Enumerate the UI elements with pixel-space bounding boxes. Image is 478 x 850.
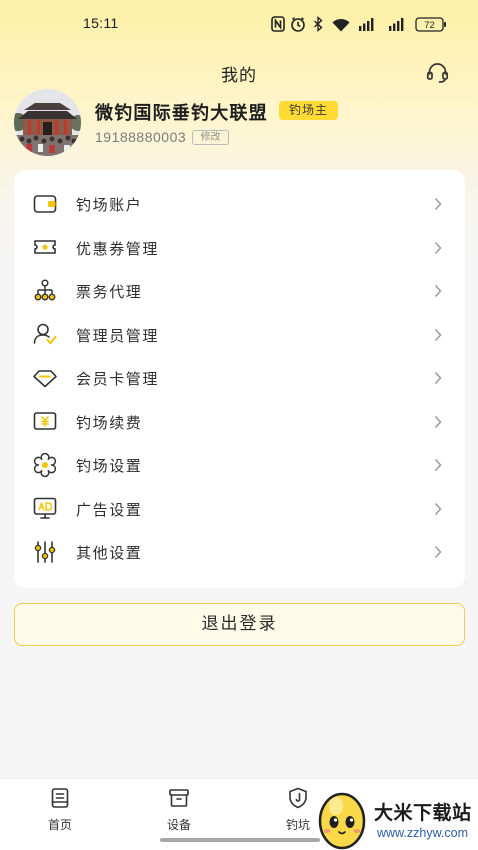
menu-item-label: 优惠券管理 [76, 239, 160, 258]
receipt-icon [51, 788, 69, 808]
menu-item-ticket-agency[interactable]: 票务代理 [14, 269, 465, 313]
tab-label: 设备 [166, 818, 191, 832]
signal-icon [359, 18, 374, 31]
diamond-icon [33, 369, 57, 388]
menu-item-venue-settings[interactable]: 钓场设置 [14, 443, 465, 487]
profile-name: 微钓国际垂钓大联盟 [95, 103, 268, 124]
chevron-right-icon [434, 371, 442, 385]
tab-devices[interactable]: 设备 [139, 779, 219, 835]
menu-item-label: 钓场续费 [76, 413, 143, 432]
menu-item-label: 广告设置 [76, 500, 143, 519]
watermark-title: 大米下载站 [374, 802, 472, 824]
avatar-photo [14, 89, 81, 156]
chevron-right-icon [434, 328, 442, 341]
watermark-url: www.zzhyw.com [377, 826, 468, 840]
status-icons: 72 [271, 15, 446, 33]
logout-button[interactable]: 退出登录 [14, 603, 465, 646]
sliders-icon [34, 540, 56, 563]
chevron-right-icon [434, 545, 442, 559]
phone-number: 19188880003 [95, 129, 187, 145]
chevron-right-icon [434, 284, 442, 298]
ad-monitor-icon [33, 497, 57, 520]
battery-level: 72 [424, 20, 435, 31]
edit-phone-button[interactable]: 修改 [192, 130, 229, 145]
wifi-icon [332, 18, 350, 32]
home-indicator [160, 838, 320, 842]
menu-item-label: 其他设置 [76, 544, 143, 562]
customer-service-button[interactable] [425, 60, 450, 84]
admin-user-icon [33, 323, 57, 345]
menu-item-label: 钓场账户 [76, 196, 143, 214]
page-title: 我的 [221, 66, 257, 86]
tab-label: 首页 [47, 818, 72, 832]
menu-item-label: 会员卡管理 [76, 370, 160, 388]
chevron-right-icon [434, 502, 442, 515]
shield-icon [289, 787, 307, 809]
menu-card: 钓场账户 优惠券管理 票务代理 管理员管理 会员卡管理 钓场续费 钓场设置 广告… [14, 170, 465, 588]
gear-icon [33, 452, 57, 477]
signal-icon [389, 18, 404, 31]
chevron-right-icon [434, 415, 442, 428]
avatar[interactable] [14, 89, 81, 156]
menu-item-label: 钓场设置 [76, 457, 143, 475]
menu-item-venue-renewal[interactable]: 钓场续费 [14, 400, 465, 444]
menu-item-admin-management[interactable]: 管理员管理 [14, 313, 465, 357]
status-time: 15:11 [83, 15, 119, 31]
tab-home[interactable]: 首页 [20, 779, 100, 835]
menu-item-label: 票务代理 [76, 283, 143, 301]
battery-icon: 72 [415, 17, 446, 32]
nfc-icon [271, 16, 285, 32]
yen-card-icon [33, 412, 57, 431]
chevron-right-icon [434, 241, 442, 254]
wallet-icon [33, 194, 57, 213]
menu-item-label: 管理员管理 [76, 326, 160, 345]
chevron-right-icon [434, 458, 442, 472]
menu-item-coupon-management[interactable]: 优惠券管理 [14, 226, 465, 270]
box-icon [169, 789, 189, 807]
menu-item-membership-card[interactable]: 会员卡管理 [14, 356, 465, 400]
watermark-mascot [318, 792, 366, 850]
network-icon [34, 279, 56, 301]
bluetooth-icon [314, 15, 323, 33]
role-badge: 钓场主 [279, 101, 338, 120]
coupon-icon [34, 240, 56, 255]
menu-item-ad-settings[interactable]: 广告设置 [14, 487, 465, 531]
menu-item-venue-account[interactable]: 钓场账户 [14, 182, 465, 226]
menu-item-other-settings[interactable]: 其他设置 [14, 530, 465, 574]
headset-icon [426, 63, 449, 83]
alarm-icon [291, 17, 305, 32]
chevron-right-icon [434, 197, 442, 211]
